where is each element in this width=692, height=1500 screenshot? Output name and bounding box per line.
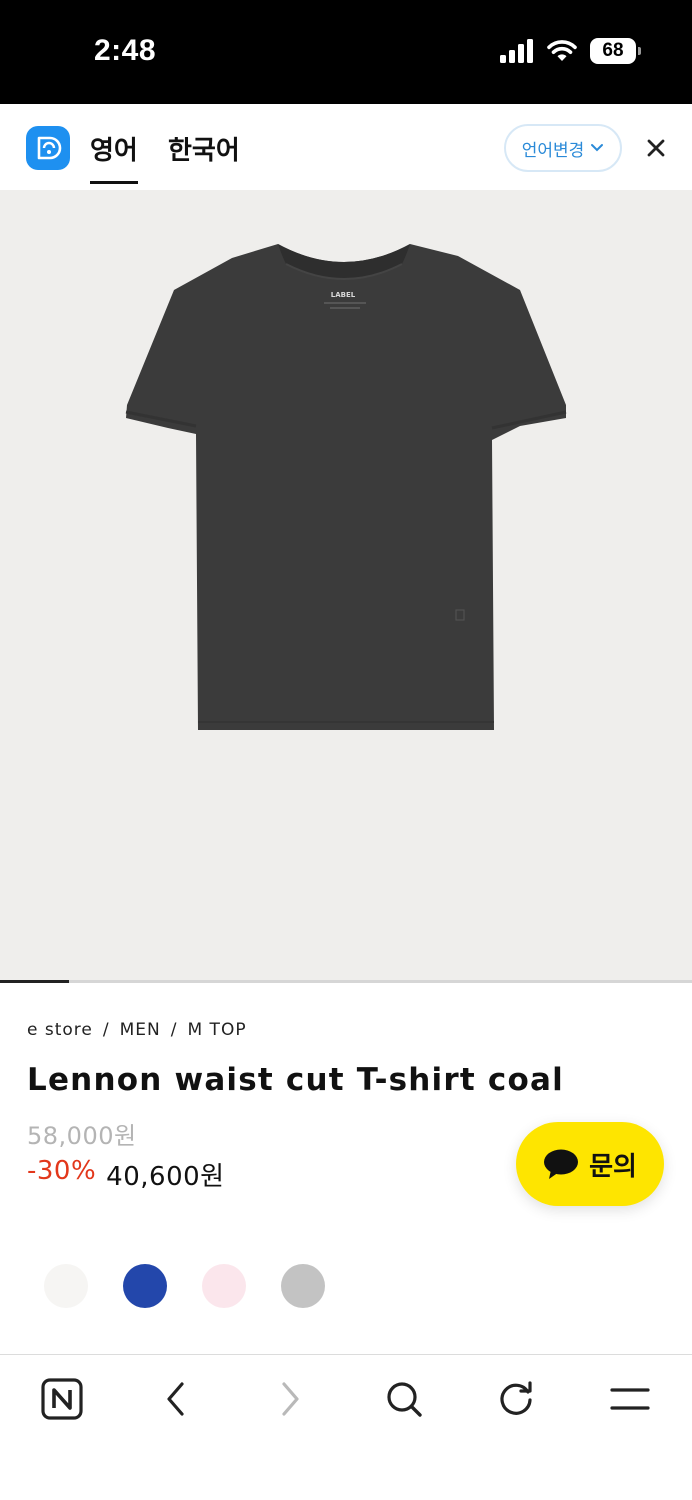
image-carousel-progress (0, 980, 692, 983)
sale-price: 40,600원 (106, 1162, 225, 1192)
color-swatch[interactable] (202, 1264, 246, 1308)
product-title: Lennon waist cut T-shirt coal (27, 1062, 564, 1098)
breadcrumb: e store / MEN / M TOP (27, 1020, 247, 1040)
breadcrumb-men[interactable]: MEN (120, 1020, 161, 1040)
tab-korean[interactable]: 한국어 (168, 130, 240, 167)
reload-button[interactable] (494, 1377, 538, 1421)
wifi-icon (547, 40, 577, 61)
image-carousel-progress-fill (0, 980, 70, 983)
discount-rate: -30% (27, 1156, 97, 1186)
inquiry-chat-button[interactable]: 문의 (516, 1122, 664, 1206)
menu-button[interactable] (608, 1377, 652, 1421)
color-swatch[interactable] (123, 1264, 167, 1308)
naver-home-icon (41, 1378, 83, 1420)
status-bar: 2:48 68 (0, 0, 692, 104)
search-icon (387, 1382, 422, 1417)
status-icons: 68 (500, 38, 641, 64)
price-row: -30% 40,600원 (27, 1156, 225, 1193)
color-swatches (44, 1264, 325, 1308)
color-swatch[interactable] (281, 1264, 325, 1308)
color-swatch[interactable] (44, 1264, 88, 1308)
breadcrumb-separator: / (170, 1020, 178, 1040)
battery-indicator: 68 (590, 38, 641, 64)
chat-bubble-icon (544, 1149, 579, 1179)
change-language-label: 언어변경 (521, 140, 585, 161)
breadcrumb-store[interactable]: e store (27, 1020, 93, 1040)
back-button[interactable] (154, 1377, 198, 1421)
forward-icon (282, 1382, 299, 1416)
search-button[interactable] (382, 1377, 426, 1421)
breadcrumb-separator: / (102, 1020, 110, 1040)
close-translation-button[interactable] (640, 132, 672, 164)
original-price: 58,000원 (27, 1122, 137, 1150)
tab-english[interactable]: 영어 (90, 130, 138, 184)
forward-button[interactable] (268, 1377, 312, 1421)
browser-toolbar (0, 1354, 692, 1500)
shirt-label-text: LABEL (331, 291, 356, 299)
product-image[interactable]: LABEL (0, 190, 692, 982)
change-language-button[interactable]: 언어변경 (504, 124, 622, 172)
status-time: 2:48 (94, 34, 157, 67)
tshirt-image: LABEL (125, 244, 567, 730)
chevron-down-icon (591, 144, 604, 152)
signal-icon (500, 39, 533, 63)
menu-icon (610, 1388, 650, 1410)
back-icon (167, 1382, 184, 1416)
inquiry-label: 문의 (589, 1151, 637, 1182)
breadcrumb-m-top[interactable]: M TOP (187, 1020, 246, 1040)
translation-bar: 영어 한국어 언어변경 (0, 104, 692, 190)
close-icon (647, 139, 665, 157)
translator-logo-icon (26, 126, 70, 170)
naver-home-button[interactable] (40, 1377, 84, 1421)
reload-icon (500, 1381, 532, 1415)
